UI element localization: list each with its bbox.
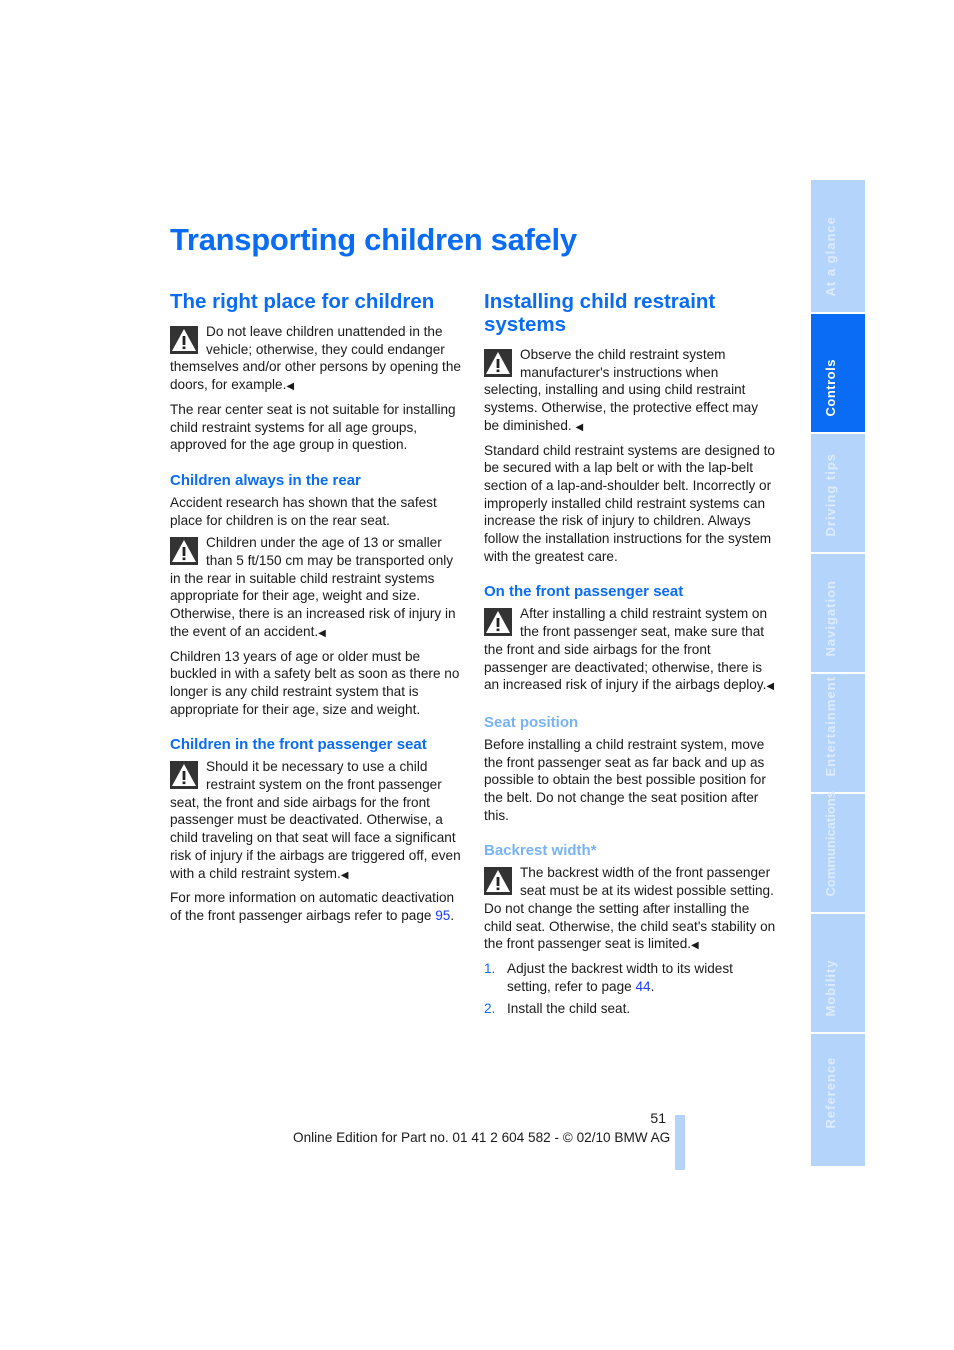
step-number: 2. (484, 1001, 496, 1017)
paragraph-text: For more information on automatic deacti… (170, 890, 455, 923)
section-heading-right-place: The right place for children (170, 290, 435, 313)
end-mark-icon: ◀ (318, 627, 326, 639)
page-number: 51 (650, 1110, 666, 1126)
tab-mobility[interactable]: Mobility (811, 914, 865, 1032)
warning-text: After installing a child restraint syste… (484, 606, 768, 693)
paragraph: The rear center seat is not suitable for… (170, 401, 456, 453)
tab-label: Controls (823, 359, 838, 417)
warning-icon (170, 761, 198, 789)
paragraph: Standard child restraint systems are des… (484, 442, 775, 564)
warning-icon (170, 326, 198, 354)
paragraph: Accident research has shown that the saf… (170, 494, 437, 528)
end-mark-icon: ◀ (691, 940, 699, 952)
edition-footer: Online Edition for Part no. 01 41 2 604 … (293, 1130, 671, 1145)
tab-communications[interactable]: Communications (811, 791, 865, 912)
section-heading-installing: Installing child restraint systems (484, 290, 716, 336)
page-title: Transporting children safely (170, 222, 577, 257)
end-mark-icon: ◀ (340, 869, 349, 881)
tab-at-a-glance[interactable]: At a glance (811, 180, 865, 312)
paragraph: Before installing a child restraint syst… (484, 736, 766, 823)
step-text: Install the child seat. (507, 1001, 631, 1017)
tab-driving-tips[interactable]: Driving tips (811, 434, 865, 552)
steps-list: 1. Adjust the backrest width to its wide… (484, 960, 776, 1018)
step-text-suffix: . (650, 978, 655, 994)
warning-text: Children under the age of 13 or smaller … (170, 535, 456, 639)
tab-label: Reference (823, 1056, 838, 1129)
subheading-seat-position: Seat position (484, 713, 579, 731)
page-link-95[interactable]: 95 (435, 908, 450, 923)
list-item: 2. Install the child seat. (484, 1000, 776, 1018)
warning-icon (484, 608, 512, 636)
step-text: Adjust the backrest width to its widest … (507, 960, 733, 994)
warning-text: Should it be necessary to use a child re… (170, 759, 461, 881)
tab-label: Communications (823, 791, 838, 897)
end-mark-icon: ◀ (286, 381, 295, 393)
subheading-front-passenger-seat: On the front passenger seat (484, 583, 684, 601)
warning-text: The backrest width of the front passenge… (484, 865, 776, 952)
warning-note: Children under the age of 13 or smaller … (170, 534, 462, 642)
warning-note: After installing a child restraint syste… (484, 605, 776, 696)
tab-label: Entertainment (823, 676, 838, 777)
step-number: 1. (484, 960, 496, 976)
tab-label: Driving tips (823, 452, 838, 537)
tab-reference[interactable]: Reference (811, 1034, 865, 1166)
subheading-children-rear: Children always in the rear (170, 471, 361, 489)
subheading-front-passenger: Children in the front passenger seat (170, 736, 427, 754)
end-mark-icon: ◀ (575, 421, 584, 433)
warning-text: Observe the child restraint system manuf… (484, 347, 758, 433)
footer-marker-bar (675, 1115, 685, 1170)
right-column: Installing child restraint systems Obser… (484, 290, 776, 1023)
end-mark-icon: ◀ (766, 681, 775, 693)
tab-label: At a glance (823, 216, 838, 297)
paragraph-text: . (450, 907, 455, 923)
tab-entertainment[interactable]: Entertainment (811, 674, 865, 792)
paragraph: Children 13 years of age or older must b… (170, 648, 460, 717)
list-item: 1. Adjust the backrest width to its wide… (484, 960, 776, 995)
paragraph: For more information on automatic deacti… (170, 889, 462, 924)
warning-note: Observe the child restraint system manuf… (484, 346, 776, 437)
page-link-44[interactable]: 44 (635, 979, 650, 994)
warning-icon (484, 349, 512, 377)
warning-icon (170, 537, 198, 565)
tab-navigation[interactable]: Navigation (811, 554, 865, 672)
left-column: The right place for children Do not leav… (170, 290, 462, 930)
warning-text: Do not leave children unattended in the … (170, 324, 461, 393)
subheading-backrest-width: Backrest width* (484, 842, 597, 860)
warning-note: Do not leave children unattended in the … (170, 323, 462, 396)
warning-note: The backrest width of the front passenge… (484, 864, 776, 955)
tab-controls[interactable]: Controls (811, 314, 865, 432)
tab-label: Mobility (823, 959, 838, 1017)
warning-icon (484, 867, 512, 895)
tab-label: Navigation (823, 580, 838, 657)
warning-note: Should it be necessary to use a child re… (170, 758, 462, 884)
